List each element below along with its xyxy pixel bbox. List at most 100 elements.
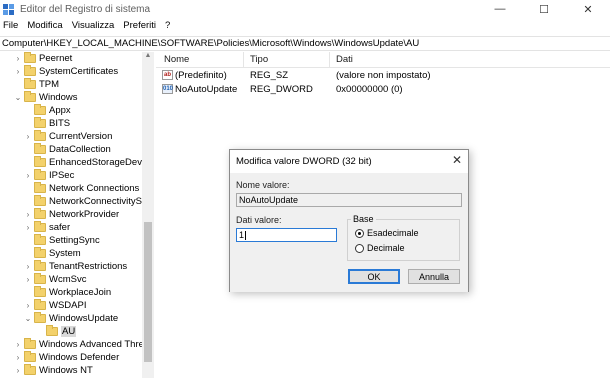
- value-data: 0x00000000 (0): [336, 84, 403, 95]
- tree-item-label: Network Connections: [49, 183, 140, 194]
- value-name: NoAutoUpdate: [175, 84, 238, 95]
- dialog-body: Nome valore: NoAutoUpdate Dati valore: 1…: [230, 173, 468, 292]
- tree-item-currentversion[interactable]: › CurrentVersion: [24, 130, 112, 143]
- dialog-title: Modifica valore DWORD (32 bit): [236, 156, 372, 167]
- radio-hexadecimal-label: Esadecimale: [367, 228, 419, 238]
- folder-icon: [34, 169, 46, 180]
- value-type: REG_SZ: [250, 70, 289, 81]
- minimize-button[interactable]: —: [478, 0, 522, 18]
- dialog-close-icon[interactable]: ✕: [452, 153, 462, 167]
- menu-preferiti[interactable]: Preferiti: [123, 20, 156, 31]
- tree-item-tenantrestrictions[interactable]: › TenantRestrictions: [24, 260, 127, 273]
- tree-item-network-connections[interactable]: Network Connections: [24, 182, 139, 195]
- tree-item-label: AU: [61, 326, 77, 337]
- tree-item-bits[interactable]: BITS: [24, 117, 70, 130]
- value-data-text: 1: [239, 230, 245, 240]
- tree-item-windows-defender[interactable]: › Windows Defender: [14, 351, 119, 364]
- tree-item-datacollection[interactable]: DataCollection: [24, 143, 111, 156]
- list-row[interactable]: 010 NoAutoUpdate REG_DWORD 0x00000000 (0…: [156, 83, 610, 97]
- column-header-name[interactable]: Nome: [164, 54, 189, 65]
- tree-item-networkprovider[interactable]: › NetworkProvider: [24, 208, 119, 221]
- expand-arrow-icon[interactable]: ›: [14, 340, 22, 349]
- tree-item-label: Peernet: [39, 53, 73, 64]
- value-name-field: NoAutoUpdate: [236, 193, 462, 207]
- list-row[interactable]: ab (Predefinito) REG_SZ (valore non impo…: [156, 69, 610, 83]
- tree-item-label: Appx: [49, 105, 71, 116]
- menu-visualizza[interactable]: Visualizza: [72, 20, 115, 31]
- folder-icon: [34, 260, 46, 271]
- close-button[interactable]: ✕: [566, 0, 610, 18]
- tree-item-windows-nt[interactable]: › Windows NT: [14, 364, 93, 377]
- tree-item-systemcertificates[interactable]: › SystemCertificates: [14, 65, 118, 78]
- tree-item-ipsec[interactable]: › IPSec: [24, 169, 74, 182]
- base-groupbox: [347, 219, 460, 261]
- tree-item-wsdapi[interactable]: › WSDAPI: [24, 299, 86, 312]
- column-header-type[interactable]: Tipo: [250, 54, 268, 65]
- tree-item-label: TPM: [39, 79, 60, 90]
- tree-item-label: safer: [49, 222, 71, 233]
- folder-icon: [24, 91, 36, 102]
- scrollbar-thumb[interactable]: [144, 222, 152, 362]
- folder-icon: [34, 156, 46, 167]
- value-data: (valore non impostato): [336, 70, 431, 81]
- address-bar[interactable]: Computer\HKEY_LOCAL_MACHINE\SOFTWARE\Pol…: [0, 36, 610, 51]
- expand-arrow-icon[interactable]: ›: [24, 223, 32, 232]
- radio-decimal-label: Decimale: [367, 243, 405, 253]
- collapse-arrow-icon[interactable]: ⌄: [24, 314, 32, 323]
- expand-arrow-icon[interactable]: ›: [14, 366, 22, 375]
- expand-arrow-icon[interactable]: ›: [14, 54, 22, 63]
- tree-item-tpm[interactable]: TPM: [14, 78, 59, 91]
- folder-icon: [34, 143, 46, 154]
- expand-arrow-icon[interactable]: ›: [24, 210, 32, 219]
- tree-item-safer[interactable]: › safer: [24, 221, 70, 234]
- cancel-button[interactable]: Annulla: [408, 269, 460, 284]
- value-type: REG_DWORD: [250, 84, 313, 95]
- tree-item-networkconnectivity[interactable]: NetworkConnectivityStatusIndicator: [24, 195, 153, 208]
- expand-arrow-icon[interactable]: ›: [24, 262, 32, 271]
- scroll-up-icon[interactable]: ▲: [142, 52, 154, 62]
- folder-icon: [34, 208, 46, 219]
- menu-modifica[interactable]: Modifica: [27, 20, 62, 31]
- value-data-input[interactable]: 1: [236, 228, 337, 242]
- expand-arrow-icon[interactable]: ›: [24, 132, 32, 141]
- expand-arrow-icon[interactable]: ›: [14, 353, 22, 362]
- expand-arrow-icon[interactable]: ›: [24, 171, 32, 180]
- expand-arrow-icon[interactable]: ›: [14, 67, 22, 76]
- maximize-button[interactable]: ☐: [522, 0, 566, 18]
- base-label: Base: [351, 214, 376, 224]
- menu-file[interactable]: File: [3, 20, 18, 31]
- tree-item-wcmsvc[interactable]: › WcmSvc: [24, 273, 86, 286]
- radio-checked-icon[interactable]: [355, 228, 364, 238]
- binary-value-icon: 010: [162, 84, 174, 94]
- tree-item-windows[interactable]: ⌄ Windows: [14, 91, 78, 104]
- folder-icon: [24, 338, 36, 349]
- tree-item-windowsupdate[interactable]: ⌄ WindowsUpdate: [24, 312, 118, 325]
- tree-item-enhancedstoragedevices[interactable]: EnhancedStorageDevices: [24, 156, 154, 169]
- tree-item-appx[interactable]: Appx: [24, 104, 71, 117]
- tree-item-label: BITS: [49, 118, 71, 129]
- value-name-text: NoAutoUpdate: [239, 195, 299, 205]
- tree-item-settingsync[interactable]: SettingSync: [24, 234, 100, 247]
- tree-item-peernet[interactable]: › Peernet: [14, 52, 72, 65]
- tree-item-au[interactable]: AU: [36, 325, 77, 338]
- tree-item-label: WcmSvc: [49, 274, 87, 285]
- tree-item-windows-atp[interactable]: › Windows Advanced Threat Protection: [14, 338, 153, 351]
- menu-bar: File Modifica Visualizza Preferiti ?: [0, 18, 610, 33]
- ok-button[interactable]: OK: [348, 269, 400, 284]
- folder-icon: [34, 117, 46, 128]
- folder-icon: [34, 299, 46, 310]
- expand-arrow-icon[interactable]: ›: [24, 301, 32, 310]
- tree-item-system[interactable]: System: [24, 247, 81, 260]
- radio-hexadecimal[interactable]: Esadecimale: [355, 228, 419, 238]
- tree-item-label: EnhancedStorageDevices: [49, 157, 154, 168]
- tree-scrollbar[interactable]: ▲: [142, 52, 154, 378]
- expand-arrow-icon[interactable]: ›: [24, 275, 32, 284]
- collapse-arrow-icon[interactable]: ⌄: [14, 93, 22, 102]
- radio-unchecked-icon[interactable]: [355, 243, 364, 253]
- column-header-data[interactable]: Dati: [336, 54, 353, 65]
- folder-icon: [24, 351, 36, 362]
- tree-item-workplacejoin[interactable]: WorkplaceJoin: [24, 286, 111, 299]
- tree-item-label: DataCollection: [49, 144, 111, 155]
- radio-decimal[interactable]: Decimale: [355, 243, 405, 253]
- menu-help[interactable]: ?: [165, 20, 170, 31]
